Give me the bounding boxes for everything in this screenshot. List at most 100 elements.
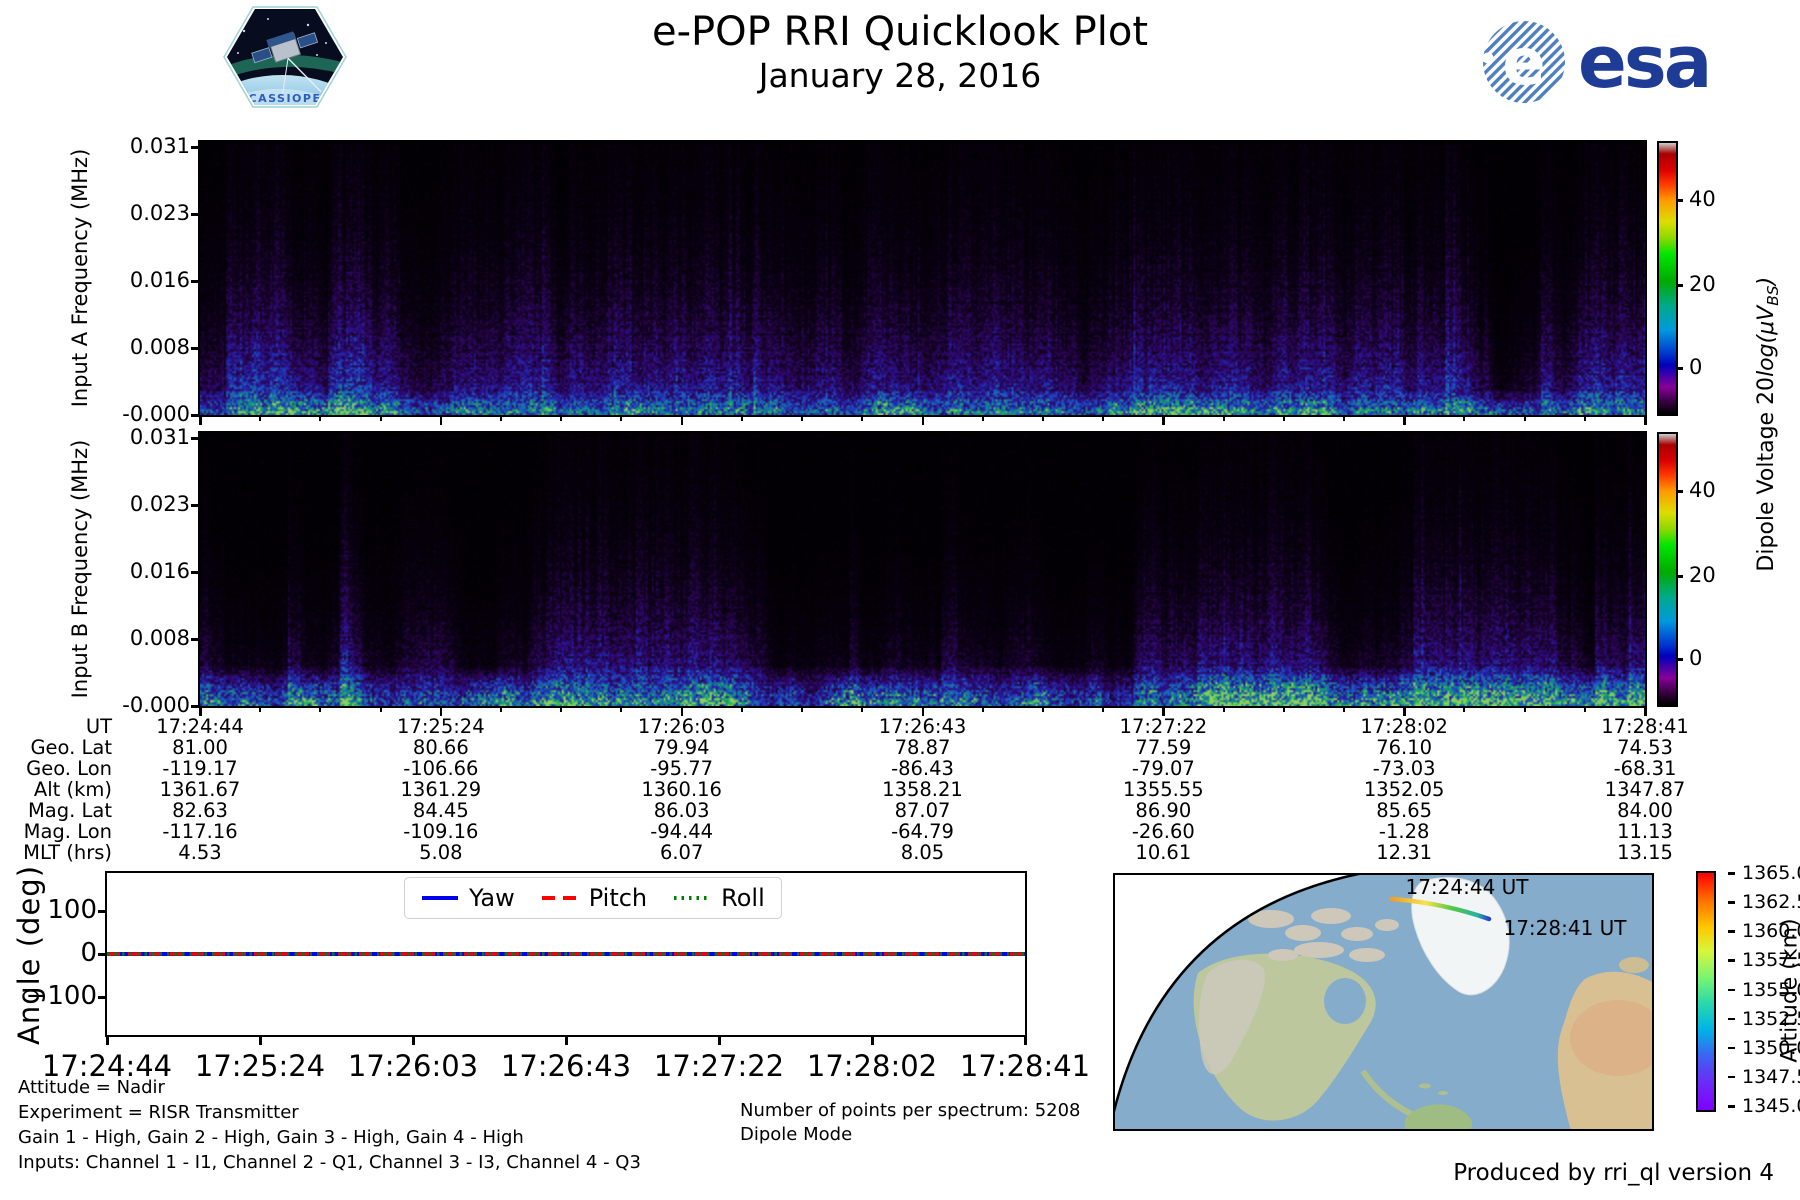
spectrogram_b-ytick: 0.008 xyxy=(129,626,190,650)
ephemeris-cell: 1358.21 xyxy=(882,778,963,801)
altitude-colorbar-tick: 1352.5 xyxy=(1742,1007,1800,1030)
footer-center-line: Number of points per spectrum: 5208 xyxy=(740,1100,1081,1121)
spectrogram_b-ytickmark xyxy=(191,571,200,574)
angle-plot-xtickmark xyxy=(412,1037,415,1045)
ground-track-map: 17:24:44 UT 17:28:41 UT xyxy=(1113,873,1654,1131)
page-title: e-POP RRI Quicklook Plot xyxy=(651,9,1148,55)
spectrogram_a-xtickmark-minor xyxy=(620,417,623,421)
angle-plot-ytick: −100 xyxy=(25,981,97,1011)
page-subtitle: January 28, 2016 xyxy=(758,56,1042,95)
altitude-colorbar-tick: 1357.5 xyxy=(1742,949,1800,972)
spectrogram_a-xtickmark-minor xyxy=(1102,417,1105,421)
spectrogram_a-xtickmark-minor xyxy=(1583,417,1586,421)
spectrogram_a-xtickmark-minor xyxy=(1463,417,1466,421)
dipole-colorbar-tickmark xyxy=(1676,199,1683,202)
spectrogram_b-ytick: 0.023 xyxy=(129,492,190,516)
spectrogram_a-xtickmark-minor xyxy=(740,417,743,421)
ephemeris-cell: 12.31 xyxy=(1376,841,1433,864)
dipole-colorbar-a xyxy=(1657,141,1678,416)
map-iberia xyxy=(1619,957,1649,973)
roll-line-swatch xyxy=(674,896,711,900)
angle-plot-ytick: 100 xyxy=(47,895,97,925)
spectrogram_a-ytickmark xyxy=(191,146,200,149)
altitude-colorbar-tickmark xyxy=(1728,1075,1735,1079)
spectrogram_a-xtickmark-minor xyxy=(560,417,563,421)
altitude-colorbar-tick: 1360.0 xyxy=(1742,920,1800,943)
spectrogram_b-xtickmark-minor xyxy=(1523,708,1526,712)
spectrogram_a-xtickmark-minor xyxy=(1523,417,1526,421)
spectrogram_b-ytickmark xyxy=(191,504,200,507)
ephemeris-cell: 6.07 xyxy=(659,841,704,864)
ephemeris-cell: -79.07 xyxy=(1131,757,1195,780)
cassiope-mission-patch: CASSIOPE xyxy=(223,6,347,108)
ephemeris-cell: -117.16 xyxy=(162,820,238,843)
dipole-colorbar-tick: 20 xyxy=(1689,563,1716,587)
ephemeris-cell: 1361.29 xyxy=(400,778,482,801)
ephemeris-cell: 4.53 xyxy=(178,841,222,864)
legend-item-roll: Roll xyxy=(673,884,765,912)
dipole-colorbar-tickmark xyxy=(1676,490,1683,493)
ephemeris-cell: -26.60 xyxy=(1131,820,1195,843)
spectrogram_b-xtickmark-minor xyxy=(740,708,743,712)
dipole-colorbar-tickmark xyxy=(1676,575,1683,578)
spectrogram_a-xtickmark-minor xyxy=(1041,417,1044,421)
footer-left-line: Experiment = RISR Transmitter xyxy=(18,1102,299,1123)
spectrogram_a-xtickmark-major xyxy=(1162,417,1165,425)
spectrogram_a-xtickmark-minor xyxy=(1222,417,1225,421)
spectrogram_a-xtickmark-major xyxy=(921,417,924,425)
esa-logo-globe: e xyxy=(1482,21,1565,103)
ephemeris-cell: 84.00 xyxy=(1617,799,1673,822)
spectrogram_b-xtickmark-minor xyxy=(1282,708,1285,712)
spectrogram_b-xtickmark-minor xyxy=(981,708,984,712)
footer-center-line: Dipole Mode xyxy=(740,1124,853,1145)
ephemeris-cell: 13.15 xyxy=(1617,841,1673,864)
ephemeris-cell: 17:28:02 xyxy=(1360,715,1448,738)
spectrogram_b-xtickmark-minor xyxy=(620,708,623,712)
spectrogram_b-xtickmark-minor xyxy=(379,708,382,712)
ephemeris-cell: 17:26:43 xyxy=(878,715,967,738)
quicklook-plot-page: CASSIOPE e-POP RRI Quicklook Plot Januar… xyxy=(0,0,1800,1200)
altitude-colorbar-tick: 1350.0 xyxy=(1742,1036,1800,1059)
cassiope-patch-label: CASSIOPE xyxy=(249,92,322,105)
ephemeris-cell: 85.65 xyxy=(1376,799,1433,822)
ephemeris-cell: 10.61 xyxy=(1135,841,1192,864)
ephemeris-cell: 17:26:03 xyxy=(637,715,726,738)
spectrogram_b-ytick: 0.016 xyxy=(129,559,190,583)
angle-plot-ytick: 0 xyxy=(80,938,97,968)
track-start-label: 17:24:44 UT xyxy=(1405,875,1529,899)
esa-logo: e esa xyxy=(1478,18,1712,106)
footer-left-line: Inputs: Channel 1 - I1, Channel 2 - Q1, … xyxy=(18,1152,641,1173)
ephemeris-cell: 87.07 xyxy=(894,799,951,822)
spectrogram_a-xtickmark-minor xyxy=(801,417,804,421)
legend-item-yaw: Yaw xyxy=(421,884,515,912)
ephemeris-cell: -1.28 xyxy=(1378,820,1430,843)
altitude-colorbar-tickmark xyxy=(1728,930,1735,933)
altitude-colorbar-tickmark xyxy=(1728,1046,1735,1050)
spectrogram_a-ytick: 0.031 xyxy=(129,134,190,158)
dipole-colorbar-b xyxy=(1657,432,1678,707)
spectrogram_b-xtickmark-minor xyxy=(500,708,503,712)
dipole-colorbar-tickmark xyxy=(1676,284,1683,287)
ephemeris-cell: 1352.05 xyxy=(1363,778,1445,801)
ephemeris-cell: 1347.87 xyxy=(1604,778,1686,801)
ephemeris-cell: -109.16 xyxy=(403,820,479,843)
altitude-colorbar xyxy=(1696,871,1716,1112)
ephemeris-cell: 74.53 xyxy=(1617,736,1673,759)
esa-wordmark: esa xyxy=(1578,20,1712,104)
angle-plot-xtickmark xyxy=(565,1037,568,1045)
spectrogram_a-xtickmark-major xyxy=(1644,417,1647,425)
ephemeris-cell: 1360.16 xyxy=(641,778,722,801)
altitude-colorbar-tick: 1362.5 xyxy=(1742,891,1800,914)
angle-plot-ytickmark xyxy=(98,953,107,956)
angle-plot-xtick: 17:28:41 xyxy=(959,1049,1091,1083)
altitude-colorbar-tick: 1345.0 xyxy=(1742,1095,1800,1117)
spectrogram_a-ytickmark xyxy=(191,347,200,350)
footer-left-line: Gain 1 - High, Gain 2 - High, Gain 3 - H… xyxy=(18,1127,524,1148)
legend-label: Yaw xyxy=(469,884,515,912)
ephemeris-cell: 76.10 xyxy=(1376,736,1433,759)
angle-plot-xtickmark xyxy=(871,1037,874,1045)
altitude-colorbar-tick: 1355.0 xyxy=(1742,978,1800,1001)
spectrogram_b-ytickmark xyxy=(191,638,200,641)
spectrogram_a-xtickmark-major xyxy=(199,417,202,425)
spectrogram_b-xtickmark-minor xyxy=(1342,708,1345,712)
